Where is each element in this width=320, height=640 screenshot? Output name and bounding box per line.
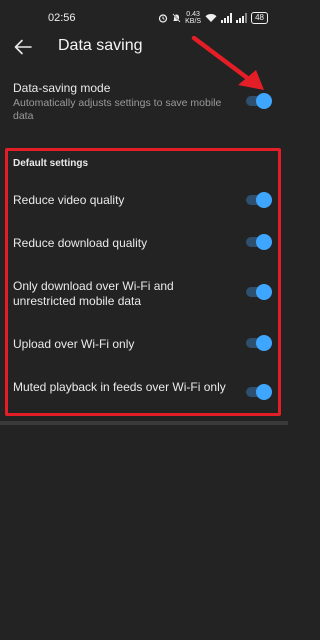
toggle-knob (256, 192, 272, 208)
setting-row-upload-wifi-only[interactable]: Upload over Wi-Fi only (13, 337, 281, 352)
reduce-video-quality-toggle[interactable] (244, 192, 272, 208)
setting-row-download-wifi-only[interactable]: Only download over Wi-Fi and unrestricte… (13, 279, 281, 309)
toggle-knob (256, 384, 272, 400)
signal-icon-2 (236, 13, 248, 23)
status-icons: 0.43 KB/S 48 (158, 11, 268, 25)
setting-label: Muted playback in feeds over Wi-Fi only (13, 380, 226, 394)
setting-label: Reduce video quality (13, 193, 125, 207)
signal-icon (221, 13, 233, 23)
download-wifi-only-toggle[interactable] (244, 284, 272, 300)
upload-wifi-only-toggle[interactable] (244, 335, 272, 351)
page-title: Data saving (58, 37, 143, 54)
toggle-knob (256, 93, 272, 109)
toggle-knob (256, 234, 272, 250)
data-saving-mode-label: Data-saving mode (13, 81, 111, 95)
app-bar: Data saving (0, 36, 288, 58)
alarm-icon (159, 14, 168, 23)
wifi-icon (205, 14, 217, 22)
net-speed: 0.43 KB/S (185, 11, 202, 25)
battery-indicator: 48 (251, 12, 268, 24)
data-saving-mode-setting[interactable]: Data-saving mode Automatically adjusts s… (13, 81, 233, 123)
muted-playback-toggle[interactable] (244, 384, 272, 400)
status-bar: 02:56 0.43 KB/S 48 (0, 0, 288, 36)
back-arrow-icon[interactable] (14, 39, 32, 55)
status-time: 02:56 (48, 12, 76, 24)
setting-label: Upload over Wi-Fi only (13, 337, 135, 351)
setting-label: Only download over Wi-Fi and unrestricte… (13, 279, 174, 308)
toggle-knob (256, 335, 272, 351)
reduce-download-quality-toggle[interactable] (244, 234, 272, 250)
toggle-knob (256, 284, 272, 300)
setting-row-reduce-download-quality[interactable]: Reduce download quality (13, 236, 281, 251)
mute-icon (172, 13, 181, 23)
divider (0, 421, 288, 425)
setting-row-muted-playback[interactable]: Muted playback in feeds over Wi-Fi only (13, 380, 281, 395)
data-saving-mode-description: Automatically adjusts settings to save m… (13, 97, 222, 122)
data-saving-mode-toggle[interactable] (244, 93, 272, 109)
setting-label: Reduce download quality (13, 236, 148, 250)
default-settings-header: Default settings (13, 158, 89, 169)
setting-row-reduce-video-quality[interactable]: Reduce video quality (13, 193, 281, 208)
